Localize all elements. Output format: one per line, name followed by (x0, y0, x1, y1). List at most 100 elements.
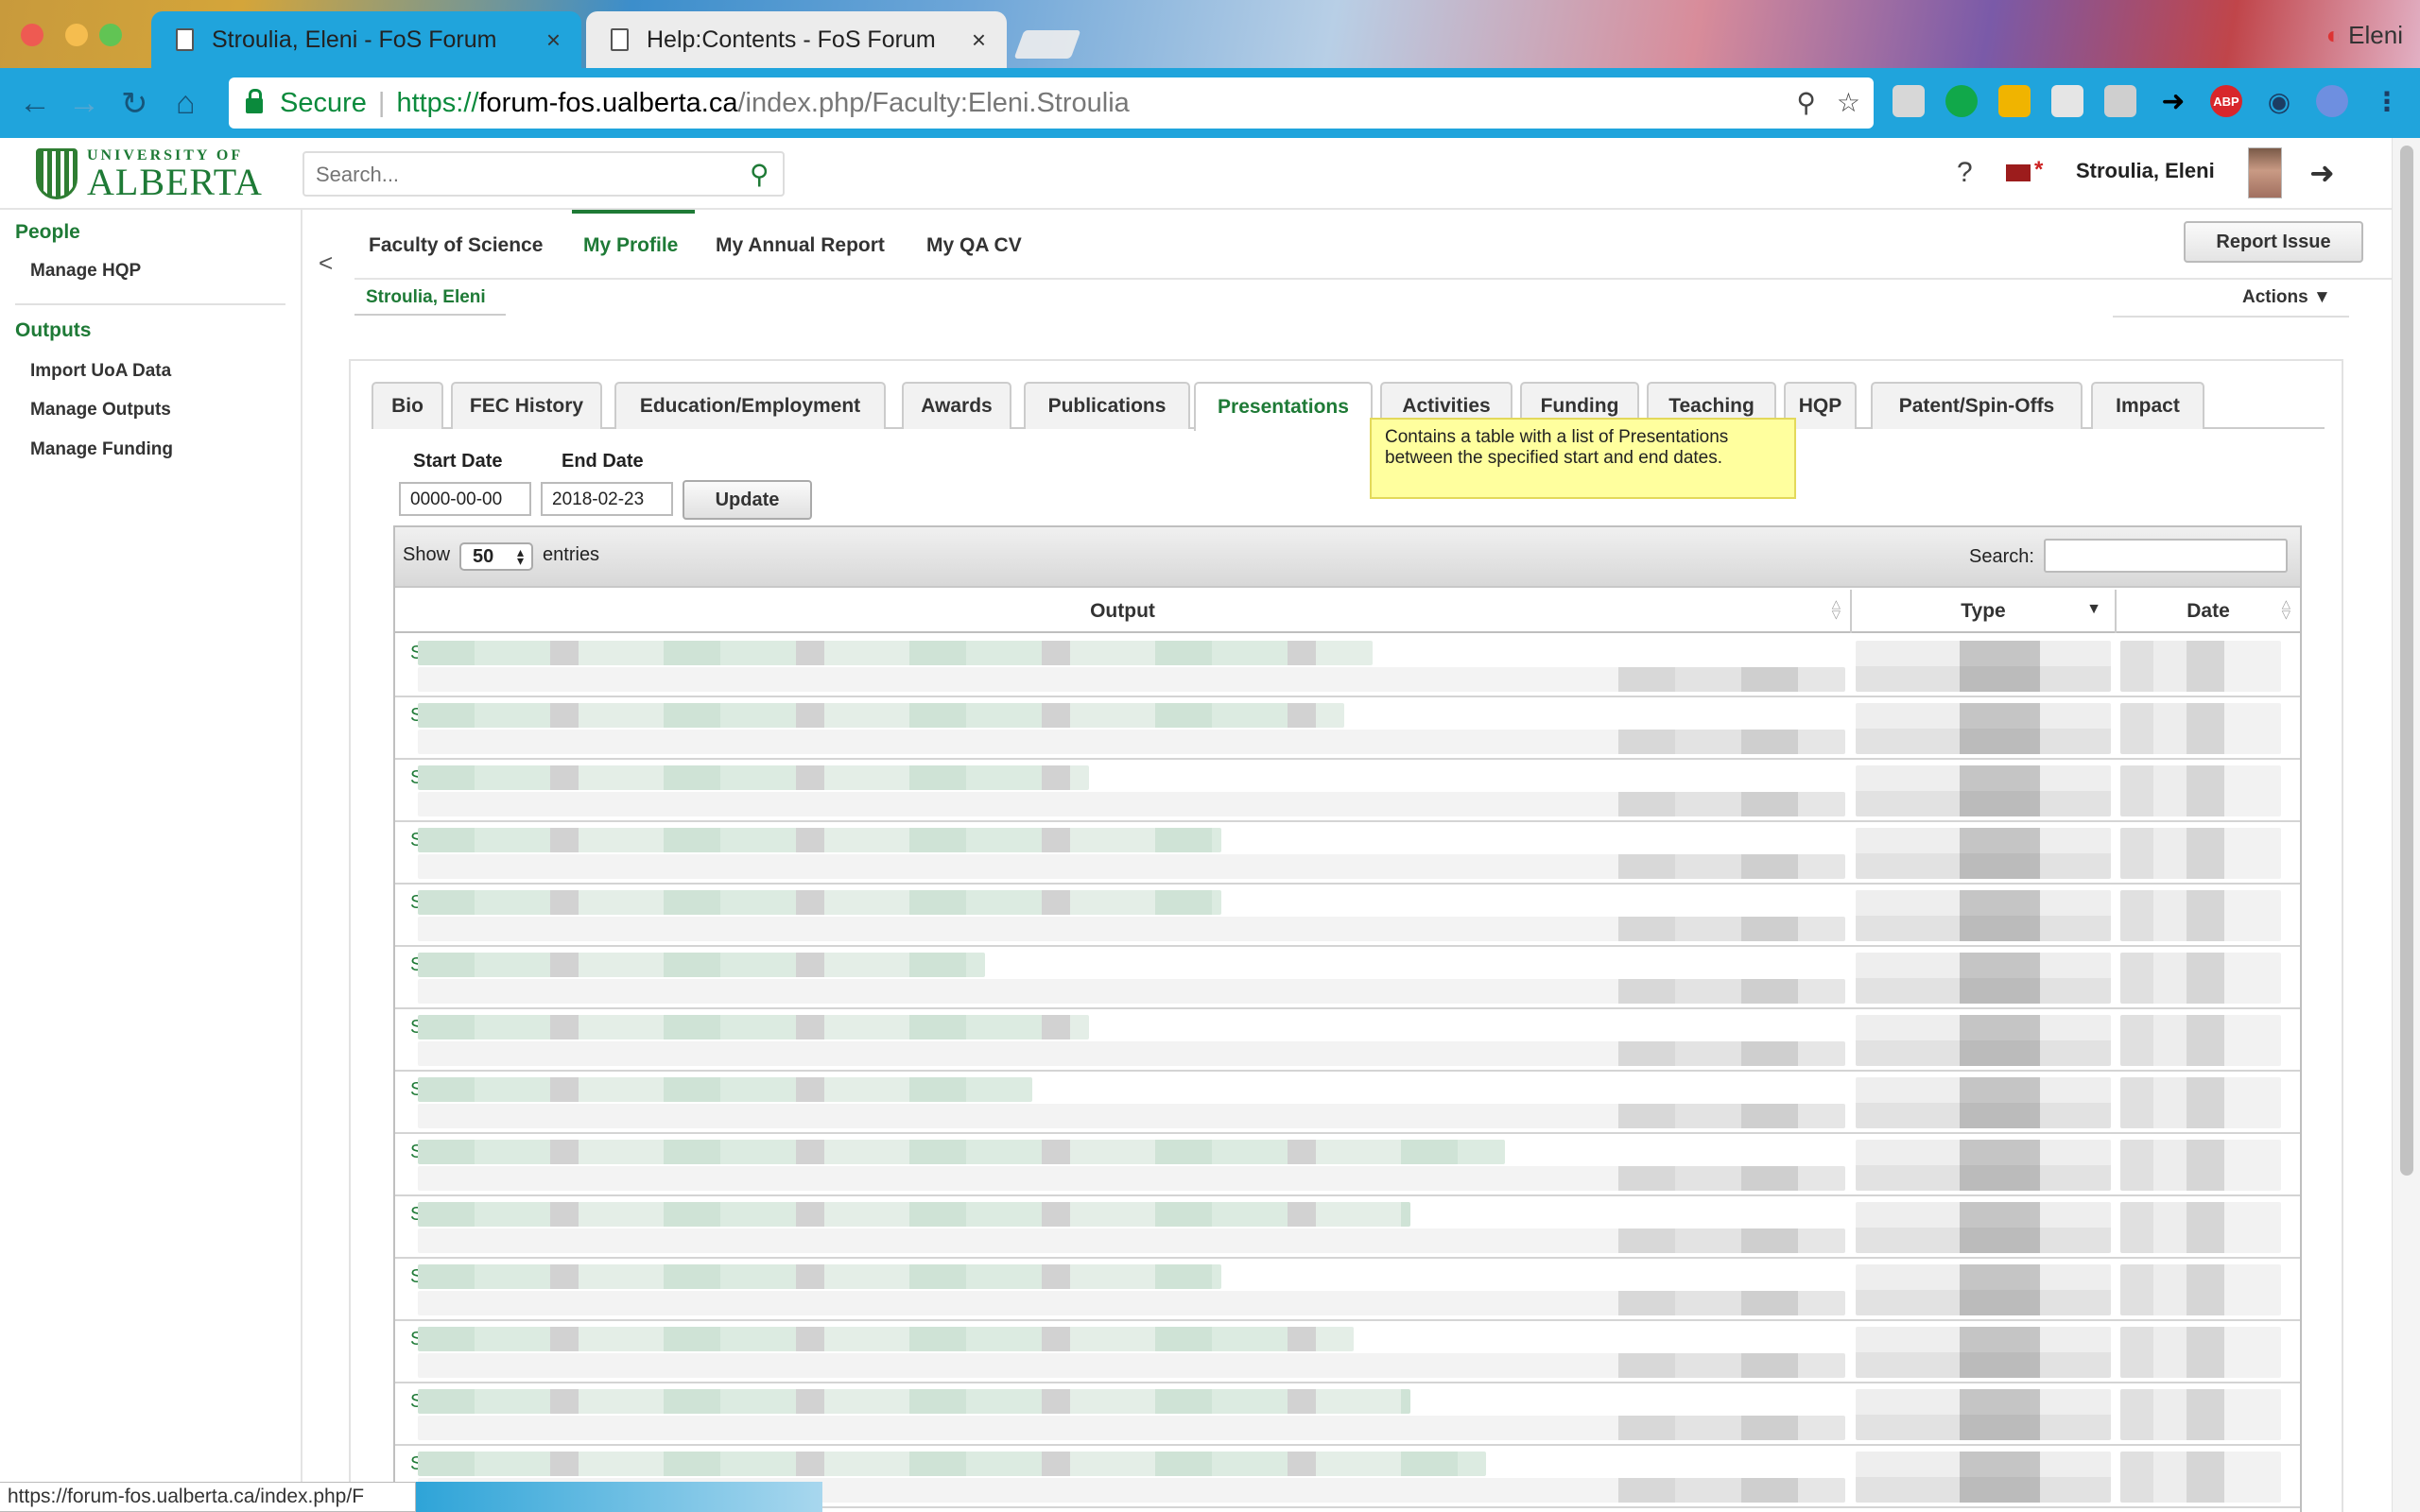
tab-impact[interactable]: Impact (2091, 382, 2204, 429)
document-icon (611, 28, 629, 51)
sidebar-item-import-uoa-data[interactable]: Import UoA Data (30, 361, 171, 382)
collapse-sidebar-button[interactable]: < (319, 249, 333, 278)
share-icon[interactable]: ➜ (2157, 85, 2189, 117)
drive-icon[interactable] (2104, 85, 2136, 117)
redacted-type (1856, 1264, 2111, 1315)
bookmark-star-icon[interactable]: ☆ (1837, 87, 1860, 118)
extension-icon[interactable] (2051, 85, 2083, 117)
table-row[interactable]: S (395, 1383, 2300, 1446)
subnav-profile-name[interactable]: Stroulia, Eleni (366, 287, 486, 308)
back-icon[interactable]: ← (19, 85, 51, 122)
table-row[interactable]: S (395, 697, 2300, 760)
nav-my-profile[interactable]: My Profile (583, 234, 678, 257)
actions-menu[interactable]: Actions ▼ (2242, 287, 2331, 308)
page-size-select[interactable]: 50 ▴ ▾ (459, 542, 534, 571)
zoom-icon[interactable]: ⚲ (1796, 87, 1816, 118)
sidebar-item-manage-hqp[interactable]: Manage HQP (30, 261, 141, 282)
table-row[interactable]: S (395, 1196, 2300, 1259)
table-row[interactable]: S (395, 1072, 2300, 1134)
page-scrollbar[interactable] (2392, 138, 2420, 1512)
tab-publications[interactable]: Publications (1024, 382, 1190, 429)
table-row[interactable]: S (395, 1009, 2300, 1072)
report-issue-button[interactable]: Report Issue (2184, 221, 2363, 263)
sort-icon: △ ▽ (1831, 597, 1841, 621)
table-toolbar: Show 50 ▴ ▾ entries Search: (395, 527, 2300, 588)
update-button[interactable]: Update (683, 480, 812, 520)
table-row[interactable]: S (395, 947, 2300, 1009)
address-bar[interactable]: Secure | https://forum-fos.ualberta.ca/i… (229, 77, 1874, 129)
tab-close-icon[interactable]: × (546, 26, 561, 55)
redacted-date (2120, 1140, 2281, 1191)
tab-bio[interactable]: Bio (372, 382, 443, 429)
maximize-window-button[interactable] (99, 24, 122, 46)
start-date-field[interactable]: 0000-00-00 (399, 482, 531, 516)
search-icon[interactable]: ⚲ (750, 159, 769, 190)
redacted-type (1856, 1077, 2111, 1128)
column-header-type[interactable]: Type ▼ (1852, 590, 2117, 633)
active-nav-indicator (572, 210, 695, 214)
nav-my-qa-cv[interactable]: My QA CV (926, 234, 1022, 257)
tab-presentations[interactable]: Presentations (1194, 382, 1373, 431)
new-tab-button[interactable] (1013, 30, 1081, 59)
sidebar-section-outputs[interactable]: Outputs (15, 319, 91, 342)
minimize-window-button[interactable] (65, 24, 88, 46)
logout-icon[interactable]: ➜ (2309, 155, 2335, 191)
eye-icon[interactable]: ◉ (2263, 85, 2295, 117)
home-icon[interactable]: ⌂ (176, 85, 196, 122)
tab-patent-spin-offs[interactable]: Patent/Spin-Offs (1871, 382, 2083, 429)
redacted-output-details (418, 1291, 1845, 1315)
adblock-icon[interactable]: ABP (2210, 85, 2242, 117)
sub-navigation: Stroulia, Eleni Actions ▼ (354, 280, 2392, 318)
browser-tab-inactive[interactable]: Help:Contents - FoS Forum × (586, 11, 1007, 68)
shield-icon (36, 148, 78, 199)
extension-icon[interactable] (2316, 85, 2348, 117)
tab-fec-history[interactable]: FEC History (451, 382, 602, 429)
mail-icon[interactable] (2006, 157, 2043, 183)
column-header-output[interactable]: Output △ ▽ (395, 590, 1852, 633)
nav-my-annual-report[interactable]: My Annual Report (716, 234, 885, 257)
tab-education-employment[interactable]: Education/Employment (614, 382, 886, 429)
subnav-divider (2113, 316, 2349, 318)
menu-icon[interactable]: ⋮ (2371, 85, 2403, 117)
extension-icon[interactable] (1998, 85, 2031, 117)
table-row[interactable]: S (395, 1134, 2300, 1196)
browser-profile[interactable]: ◐ Eleni (2325, 21, 2403, 50)
redacted-output-text (418, 1015, 1089, 1040)
site-search-input[interactable] (304, 153, 720, 197)
sidebar-item-manage-funding[interactable]: Manage Funding (30, 439, 173, 460)
sidebar-section-people[interactable]: People (15, 221, 80, 244)
table-row[interactable]: S (395, 635, 2300, 697)
close-window-button[interactable] (21, 24, 43, 46)
end-date-field[interactable]: 2018-02-23 (541, 482, 673, 516)
redacted-date (2120, 828, 2281, 879)
table-row[interactable]: S (395, 1259, 2300, 1321)
table-row[interactable]: S (395, 1321, 2300, 1383)
table-row[interactable]: S (395, 822, 2300, 885)
table-row[interactable]: S (395, 760, 2300, 822)
table-row[interactable]: S (395, 885, 2300, 947)
redacted-type (1856, 953, 2111, 1004)
redacted-type (1856, 1202, 2111, 1253)
help-icon[interactable]: ? (1957, 157, 1973, 189)
avatar[interactable] (2248, 147, 2282, 198)
url-host: forum-fos.ualberta.ca (478, 87, 738, 118)
nav-faculty-of-science[interactable]: Faculty of Science (369, 234, 543, 257)
status-bar-tint (416, 1482, 822, 1512)
tab-close-icon[interactable]: × (972, 26, 986, 55)
sidebar-item-manage-outputs[interactable]: Manage Outputs (30, 400, 171, 421)
browser-tab-active[interactable]: Stroulia, Eleni - FoS Forum × (151, 11, 581, 68)
column-header-date[interactable]: Date △ ▽ (2117, 590, 2300, 633)
profile-icon: ◐ (2325, 21, 2342, 49)
university-logo[interactable]: UNIVERSITY OF ALBERTA (36, 147, 263, 203)
table-search-input[interactable] (2044, 539, 2288, 573)
scrollbar-thumb[interactable] (2400, 146, 2413, 1176)
forward-icon[interactable]: → (68, 85, 100, 122)
tab-tooltip: Contains a table with a list of Presenta… (1370, 418, 1796, 499)
logo-big-text: ALBERTA (87, 161, 263, 203)
extension-icon[interactable] (1893, 85, 1925, 117)
reload-icon[interactable]: ↻ (121, 85, 148, 123)
tab-awards[interactable]: Awards (902, 382, 1011, 429)
redacted-type (1856, 828, 2111, 879)
user-name[interactable]: Stroulia, Eleni (2076, 159, 2215, 183)
extension-icon[interactable] (1945, 85, 1978, 117)
